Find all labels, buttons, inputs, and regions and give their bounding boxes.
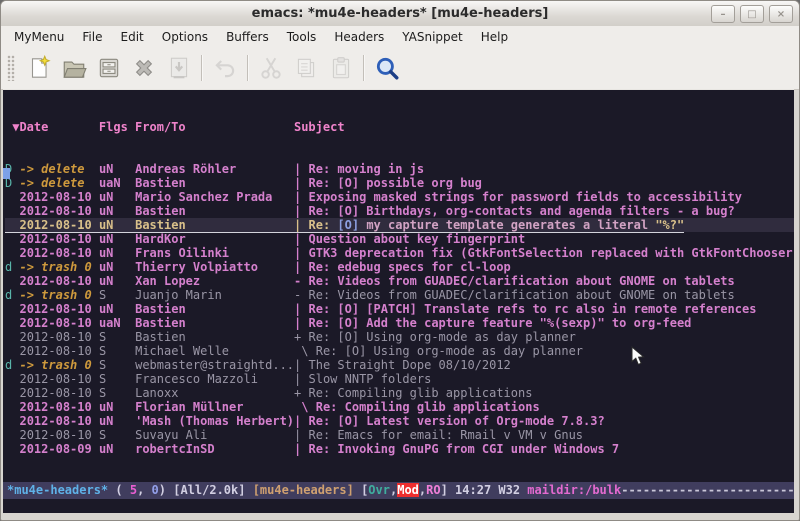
message-row[interactable]: 2012-08-10 S Bastien + Re: [O] Using org… <box>5 330 794 344</box>
message-row[interactable]: 2012-08-10 uN 'Mash (Thomas Herbert)| Re… <box>5 414 794 428</box>
modeline-segment: ) [All/2.0k] <box>159 483 253 497</box>
paste-icon <box>328 55 354 81</box>
menu-item-edit[interactable]: Edit <box>112 28 153 46</box>
menu-item-mymenu[interactable]: MyMenu <box>5 28 73 46</box>
modeline-segment: RO <box>426 483 440 497</box>
modeline-segment: , <box>137 483 151 497</box>
menubar: MyMenuFileEditOptionsBuffersToolsHeaders… <box>1 26 799 47</box>
toolbar-separator <box>363 55 365 81</box>
mu4e-headers-buffer-area: ▼Date Flgs From/To Subject D -> delete u… <box>3 89 794 513</box>
close-button[interactable]: × <box>769 5 793 23</box>
headers-column-header-line: ▼Date Flgs From/To Subject <box>5 120 794 134</box>
delete-icon[interactable] <box>131 55 157 81</box>
menu-item-options[interactable]: Options <box>153 28 217 46</box>
message-row[interactable]: d -> trash 0 uN Thierry Volpiatto | Re: … <box>5 260 794 274</box>
toolbar <box>1 47 799 90</box>
toolbar-separator <box>201 55 203 81</box>
menu-item-tools[interactable]: Tools <box>278 28 326 46</box>
maximize-button[interactable]: □ <box>740 5 764 23</box>
undo-icon <box>212 55 238 81</box>
modeline-segment: ------------------------ <box>621 483 794 497</box>
open-folder-icon[interactable] <box>61 55 87 81</box>
message-row[interactable]: d -> trash 0 S Juanjo Marin - Re: Videos… <box>5 288 794 302</box>
modeline-segment: ] <box>441 483 455 497</box>
minimize-button[interactable]: – <box>711 5 735 23</box>
menu-item-yasnippet[interactable]: YASnippet <box>393 28 472 46</box>
message-row[interactable]: 2012-08-10 S Francesco Mazzoli | Slow NN… <box>5 372 794 386</box>
message-row[interactable]: 2012-08-10 uN Bastien | Re: [O] [PATCH] … <box>5 302 794 316</box>
window-title: emacs: *mu4e-headers* [mu4e-headers] <box>1 1 799 26</box>
message-row[interactable]: 2012-08-10 uN Florian Müllner \ Re: Comp… <box>5 400 794 414</box>
mouse-cursor <box>631 346 645 370</box>
toolbar-grip-handle[interactable] <box>7 55 15 81</box>
menu-item-help[interactable]: Help <box>472 28 517 46</box>
message-row[interactable]: 2012-08-10 S Michael Welle \ Re: [O] Usi… <box>5 344 794 358</box>
toolbar-separator <box>247 55 249 81</box>
new-file-icon[interactable] <box>26 55 52 81</box>
message-row[interactable]: D -> delete uN Andreas Röhler | Re: movi… <box>5 162 794 176</box>
modeline-segment: 0 <box>152 483 159 497</box>
message-row[interactable]: 2012-08-10 S Lanoxx + Re: Compiling glib… <box>5 386 794 400</box>
message-row[interactable]: 2012-08-10 uN Mario Sanchez Prada | Expo… <box>5 190 794 204</box>
message-row[interactable]: 2012-08-10 uN HardKor | Question about k… <box>5 232 794 246</box>
modeline-segment: 14:27 W32 <box>455 483 527 497</box>
titlebar[interactable]: emacs: *mu4e-headers* [mu4e-headers] –□ × <box>1 1 799 27</box>
modeline-segment: Mod <box>397 483 419 497</box>
echo-area[interactable] <box>3 499 794 513</box>
message-row[interactable]: 2012-08-10 S Suvayu Ali | Re: Emacs for … <box>5 428 794 442</box>
copy-icon <box>293 55 319 81</box>
message-row[interactable]: 2012-08-10 uN Bastien | Re: [O] my captu… <box>5 218 794 232</box>
window-controls: –□ × <box>711 5 793 23</box>
modeline-segment: [ <box>354 483 368 497</box>
headers-buffer[interactable]: ▼Date Flgs From/To Subject D -> delete u… <box>3 91 794 482</box>
menu-item-buffers[interactable]: Buffers <box>217 28 278 46</box>
search-icon[interactable] <box>374 55 400 81</box>
menu-item-headers[interactable]: Headers <box>325 28 393 46</box>
point-cursor <box>3 168 10 179</box>
message-row[interactable]: D -> delete uaN Bastien | Re: [O] possib… <box>5 176 794 190</box>
message-row[interactable]: 2012-08-10 uN Xan Lopez - Re: Videos fro… <box>5 274 794 288</box>
modeline-segment: maildir:/bulk <box>527 483 621 497</box>
modeline-segment: ( <box>108 483 130 497</box>
modeline-segment: [mu4e-headers] <box>253 483 354 497</box>
menu-item-file[interactable]: File <box>73 28 111 46</box>
cut-icon <box>258 55 284 81</box>
modeline-segment: *mu4e-headers* <box>7 483 108 497</box>
message-row[interactable]: 2012-08-10 uN Frans Oilinki | GTK3 depre… <box>5 246 794 260</box>
message-row[interactable]: 2012-08-09 uN robertcInSD | Re: Invoking… <box>5 442 794 456</box>
header-rows: D -> delete uN Andreas Röhler | Re: movi… <box>5 162 794 456</box>
message-row[interactable]: d -> trash 0 S webmaster@straightd...| T… <box>5 358 794 372</box>
modeline[interactable]: *mu4e-headers* ( 5, 0) [All/2.0k] [mu4e-… <box>3 482 794 499</box>
message-row[interactable]: 2012-08-10 uaN Bastien | Re: [O] Add the… <box>5 316 794 330</box>
save-as-icon <box>166 55 192 81</box>
save-icon[interactable] <box>96 55 122 81</box>
modeline-segment: Ovr <box>368 483 390 497</box>
emacs-window: emacs: *mu4e-headers* [mu4e-headers] –□ ×… <box>0 0 800 521</box>
message-row[interactable]: 2012-08-10 uN Bastien | Re: [O] Birthday… <box>5 204 794 218</box>
modeline-segment: 5 <box>130 483 137 497</box>
